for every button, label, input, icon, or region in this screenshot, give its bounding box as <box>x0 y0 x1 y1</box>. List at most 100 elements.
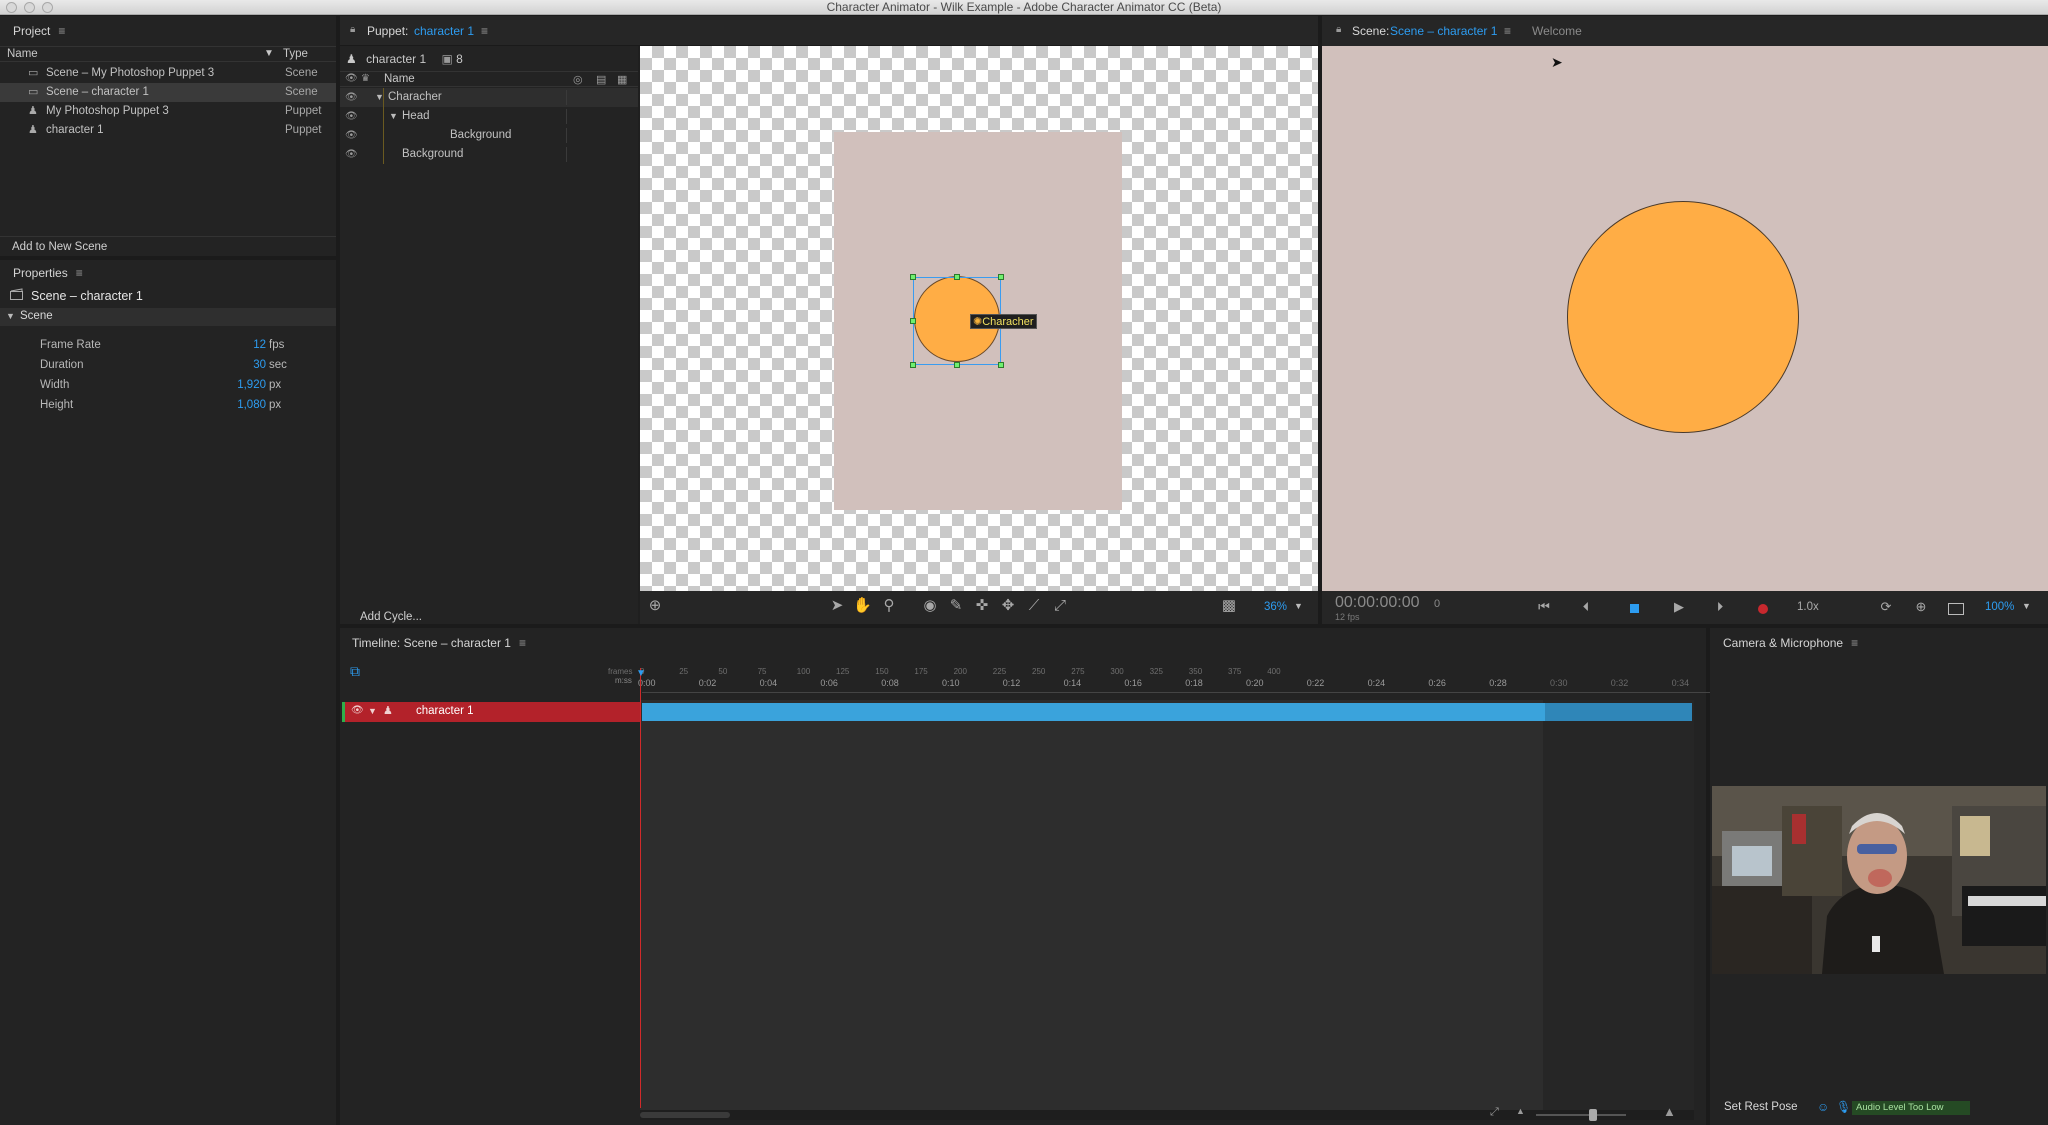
sort-arrow-icon[interactable]: ▼ <box>264 48 274 59</box>
column-type[interactable]: Type <box>283 48 308 60</box>
panel-menu-icon[interactable]: ≡ <box>481 24 488 38</box>
timeline-ruler[interactable]: frames m:ss 0 25 50 75 100 125 150 175 200 225 250… <box>340 658 2030 696</box>
origin-tool-icon[interactable]: ◉ <box>921 598 939 616</box>
camera-footer: Set Rest Pose ☺ 🎙︎ Audio Level Too Low <box>1710 1098 2048 1118</box>
project-item[interactable]: ▭ Scene – character 1 Scene <box>0 83 336 102</box>
zoom-in-icon[interactable]: ▲ <box>1663 1104 1676 1119</box>
selection-handle[interactable] <box>998 362 1004 368</box>
handle-label[interactable]: ✺Characher <box>970 314 1037 329</box>
go-to-start-icon[interactable]: ⏮ <box>1535 599 1553 617</box>
puppet-zoom-value[interactable]: 36% <box>1264 601 1287 613</box>
playhead-marker-icon[interactable]: ▼ <box>636 668 646 679</box>
properties-section-scene[interactable]: ▼ Scene <box>0 308 336 326</box>
play-icon[interactable]: ▶ <box>1670 599 1688 617</box>
project-item[interactable]: ▭ Scene – My Photoshop Puppet 3 Scene <box>0 64 336 83</box>
track-header-character-1[interactable]: 👁︎ ▼ ♟ character 1 <box>342 702 640 722</box>
puppet-tab-prefix[interactable]: Puppet: <box>367 24 408 38</box>
scene-tab-name[interactable]: Scene – character 1 <box>1390 24 1497 38</box>
project-item[interactable]: ♟ My Photoshop Puppet 3 Puppet <box>0 102 336 121</box>
timeline-track-area[interactable] <box>640 700 1694 1110</box>
property-value[interactable]: 1,080 <box>237 396 266 415</box>
property-value[interactable]: 12 <box>253 336 266 355</box>
selection-handle[interactable] <box>910 362 916 368</box>
move-tool-icon[interactable]: ✥ <box>999 598 1017 616</box>
layer-column-name[interactable]: Name <box>384 73 415 85</box>
welcome-tab[interactable]: Welcome <box>1532 24 1582 38</box>
visibility-icon[interactable]: 👁︎ <box>345 107 358 126</box>
selection-handle[interactable] <box>910 318 916 324</box>
visibility-icon[interactable]: 👁︎ <box>345 88 358 107</box>
frame-toggle-icon[interactable] <box>1948 603 1964 615</box>
layer-row[interactable]: 👁︎ ▼ Head <box>340 107 638 126</box>
layer-row[interactable]: 👁︎ Background <box>340 145 638 164</box>
timeline-zoom-slider[interactable] <box>1536 1109 1626 1121</box>
set-rest-pose-button[interactable]: Set Rest Pose <box>1724 1101 1798 1113</box>
zoom-out-icon[interactable]: ▲ <box>1516 1106 1525 1116</box>
expand-arrow-icon[interactable]: ▼ <box>389 107 398 126</box>
layer-row[interactable]: 👁︎ ▼ Characher <box>340 88 638 107</box>
stick-tool-icon[interactable]: ⟋ <box>1025 598 1043 616</box>
lock-icon[interactable]: 🔒︎ <box>1336 24 1341 35</box>
panel-menu-icon[interactable]: ≡ <box>1851 628 1858 658</box>
property-value[interactable]: 30 <box>253 356 266 375</box>
zoom-dropdown-icon[interactable]: ▼ <box>1294 601 1303 611</box>
camera-toggle-icon[interactable]: ☺ <box>1817 1100 1829 1114</box>
panel-menu-icon[interactable]: ≡ <box>76 260 83 286</box>
dragger-tool-icon[interactable]: ⤢ <box>1051 598 1069 616</box>
expand-arrow-icon[interactable]: ▼ <box>6 311 15 321</box>
pin-tool-icon[interactable]: ✜ <box>973 598 991 616</box>
grid-icon[interactable]: ▦ <box>617 73 627 86</box>
puppet-tab-name[interactable]: character 1 <box>414 24 474 38</box>
checkerboard-toggle-icon[interactable]: ▩ <box>1220 598 1238 616</box>
hand-tool-icon[interactable]: ✋ <box>853 598 872 616</box>
scrollbar-thumb[interactable] <box>640 1112 730 1118</box>
visibility-icon[interactable]: 👁︎ <box>345 126 358 145</box>
tag-icon[interactable]: ▤ <box>596 73 606 86</box>
playhead-line[interactable] <box>640 668 641 1108</box>
add-cycle-button[interactable]: Add Cycle... <box>360 611 422 623</box>
project-item-name: My Photoshop Puppet 3 <box>46 105 169 117</box>
scene-zoom-value[interactable]: 100% <box>1985 601 2014 613</box>
lock-icon[interactable]: 🔒︎ <box>350 24 355 35</box>
visibility-icon[interactable]: 👁︎ <box>345 145 358 164</box>
scene-timecode[interactable]: 00:00:00:00 <box>1335 594 1420 612</box>
microphone-icon[interactable]: 🎙︎ <box>1836 1100 1851 1114</box>
step-forward-icon[interactable]: ⏵ <box>1711 599 1729 617</box>
visibility-icon[interactable]: 👁︎ <box>351 705 364 716</box>
pen-tool-icon[interactable]: ✎ <box>947 598 965 616</box>
puppet-handle-icon[interactable]: ⊕ <box>646 598 664 616</box>
record-icon[interactable] <box>1758 604 1768 614</box>
zoom-tool-icon[interactable]: ⚲ <box>880 598 898 616</box>
fit-icon[interactable]: ⤢ <box>1490 1106 1499 1119</box>
puppet-info-name: character 1 <box>366 52 427 66</box>
step-back-icon[interactable]: ⏴ <box>1577 599 1595 617</box>
target-icon[interactable]: ◎ <box>573 73 583 86</box>
selection-handle[interactable] <box>954 362 960 368</box>
scene-canvas[interactable] <box>1322 46 2048 591</box>
puppet-canvas[interactable]: ✺Characher <box>640 46 1318 591</box>
panel-menu-icon[interactable]: ≡ <box>519 628 526 658</box>
scene-tab-prefix[interactable]: Scene: <box>1352 24 1389 38</box>
track-name: character 1 <box>416 705 474 717</box>
zoom-dropdown-icon[interactable]: ▼ <box>2022 601 2031 611</box>
stop-icon[interactable] <box>1630 604 1639 613</box>
zoom-slider-thumb[interactable] <box>1589 1109 1597 1121</box>
panel-menu-icon[interactable]: ≡ <box>58 16 65 46</box>
playback-speed[interactable]: 1.0x <box>1797 601 1819 613</box>
project-item[interactable]: ♟ character 1 Puppet <box>0 121 336 140</box>
panel-menu-icon[interactable]: ≡ <box>1504 24 1511 38</box>
trigger-icon[interactable]: ⊕ <box>1912 599 1930 617</box>
loop-icon[interactable]: ⟳ <box>1877 599 1895 617</box>
expand-arrow-icon[interactable]: ▼ <box>375 88 384 107</box>
expand-arrow-icon[interactable]: ▼ <box>368 706 377 716</box>
add-to-new-scene-button[interactable]: Add to New Scene <box>12 241 107 253</box>
property-value[interactable]: 1,920 <box>237 376 266 395</box>
webcam-image <box>1712 786 2046 974</box>
selection-handle[interactable] <box>998 274 1004 280</box>
column-name[interactable]: Name <box>7 48 38 60</box>
selection-handle[interactable] <box>910 274 916 280</box>
layer-row[interactable]: 👁︎ Background <box>340 126 638 145</box>
selection-handle[interactable] <box>954 274 960 280</box>
track-bar[interactable] <box>642 703 1692 721</box>
select-tool-icon[interactable]: ➤ <box>828 598 846 616</box>
